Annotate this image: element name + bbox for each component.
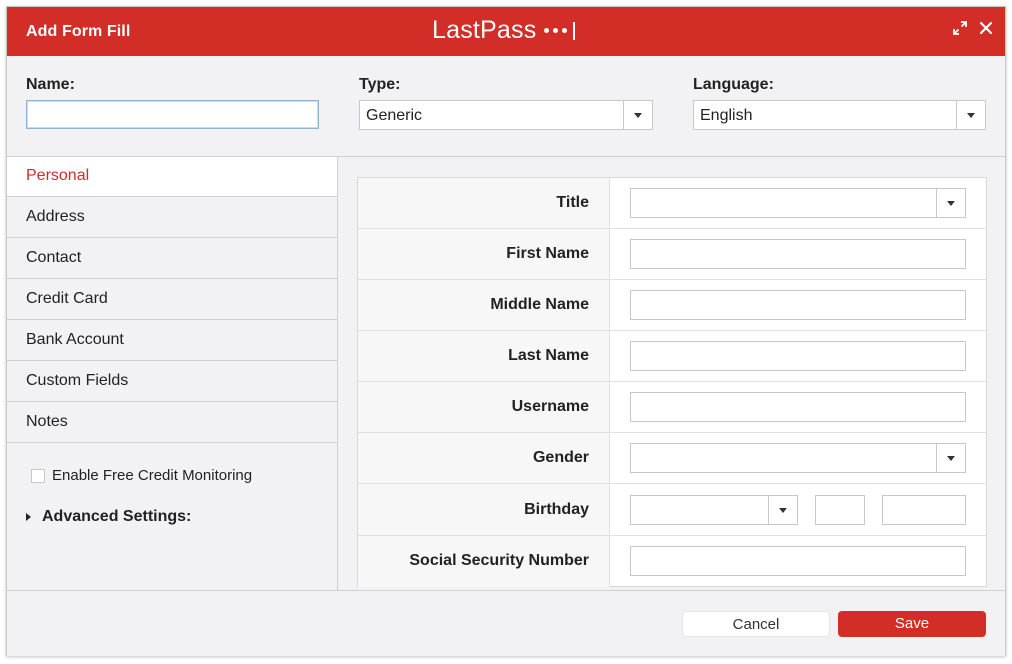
title-bar: Add Form Fill LastPass <box>7 7 1005 56</box>
sidebar: Personal Address Contact Credit Card Ban… <box>7 157 338 590</box>
language-label: Language: <box>693 76 774 93</box>
chevron-down-icon[interactable] <box>768 496 797 524</box>
name-label: Name: <box>26 76 75 93</box>
sidebar-item-contact[interactable]: Contact <box>7 238 337 279</box>
form-row-middle-name: Middle Name <box>358 280 986 331</box>
language-select[interactable]: English <box>693 100 986 130</box>
lastpass-logo: LastPass <box>432 16 576 45</box>
sidebar-item-address[interactable]: Address <box>7 197 337 238</box>
birthday-month-select[interactable] <box>630 495 798 525</box>
middle-name-input[interactable] <box>630 290 966 320</box>
credit-monitoring-row: Enable Free Credit Monitoring <box>31 467 252 484</box>
logo-cursor <box>573 21 576 40</box>
chevron-down-icon[interactable] <box>956 101 985 129</box>
type-select-value: Generic <box>366 107 423 124</box>
sidebar-item-personal[interactable]: Personal <box>7 157 337 197</box>
close-icon[interactable] <box>979 21 993 40</box>
title-label: Title <box>358 178 610 228</box>
first-name-label: First Name <box>358 229 610 279</box>
last-name-label: Last Name <box>358 331 610 381</box>
middle-name-label: Middle Name <box>358 280 610 330</box>
personal-form: Title First Name Middle Name Last Name U… <box>357 177 987 587</box>
form-row-first-name: First Name <box>358 229 986 280</box>
advanced-settings-label: Advanced Settings: <box>42 508 192 525</box>
top-fields: Name: Type: Generic Language: English <box>7 56 1005 157</box>
username-label: Username <box>358 382 610 432</box>
logo-dots <box>544 28 568 33</box>
type-select[interactable]: Generic <box>359 100 653 130</box>
form-row-username: Username <box>358 382 986 433</box>
ssn-input[interactable] <box>630 546 966 576</box>
footer: Cancel Save <box>7 590 1005 656</box>
chevron-down-icon[interactable] <box>623 101 652 129</box>
sidebar-item-notes[interactable]: Notes <box>7 402 337 443</box>
language-select-value: English <box>700 107 753 124</box>
cancel-button[interactable]: Cancel <box>682 611 830 637</box>
gender-select[interactable] <box>630 443 966 473</box>
chevron-down-icon[interactable] <box>936 444 965 472</box>
title-select[interactable] <box>630 188 966 218</box>
form-row-birthday: Birthday <box>358 484 986 536</box>
credit-monitoring-label: Enable Free Credit Monitoring <box>52 467 253 484</box>
sidebar-item-credit-card[interactable]: Credit Card <box>7 279 337 320</box>
sidebar-item-custom-fields[interactable]: Custom Fields <box>7 361 337 402</box>
save-button[interactable]: Save <box>838 611 986 637</box>
logo-text: LastPass <box>432 16 537 44</box>
first-name-input[interactable] <box>630 239 966 269</box>
form-row-ssn: Social Security Number <box>358 536 986 587</box>
gender-label: Gender <box>358 433 610 483</box>
expand-icon[interactable] <box>953 21 967 40</box>
form-row-last-name: Last Name <box>358 331 986 382</box>
form-row-title: Title <box>358 178 986 229</box>
birthday-day-input[interactable] <box>815 495 865 525</box>
advanced-settings-toggle[interactable]: Advanced Settings: <box>26 508 191 526</box>
type-label: Type: <box>359 76 401 93</box>
window-title: Add Form Fill <box>26 23 131 40</box>
form-row-gender: Gender <box>358 433 986 484</box>
birthday-label: Birthday <box>358 484 610 535</box>
ssn-label: Social Security Number <box>358 536 610 587</box>
name-input[interactable] <box>26 100 319 129</box>
credit-monitoring-checkbox[interactable] <box>31 468 45 483</box>
username-input[interactable] <box>630 392 966 422</box>
sidebar-item-bank-account[interactable]: Bank Account <box>7 320 337 361</box>
last-name-input[interactable] <box>630 341 966 371</box>
caret-right-icon <box>26 513 31 521</box>
chevron-down-icon[interactable] <box>936 189 965 217</box>
birthday-year-input[interactable] <box>882 495 966 525</box>
form-fill-dialog: Add Form Fill LastPass Name: Type: Gener… <box>6 6 1006 656</box>
